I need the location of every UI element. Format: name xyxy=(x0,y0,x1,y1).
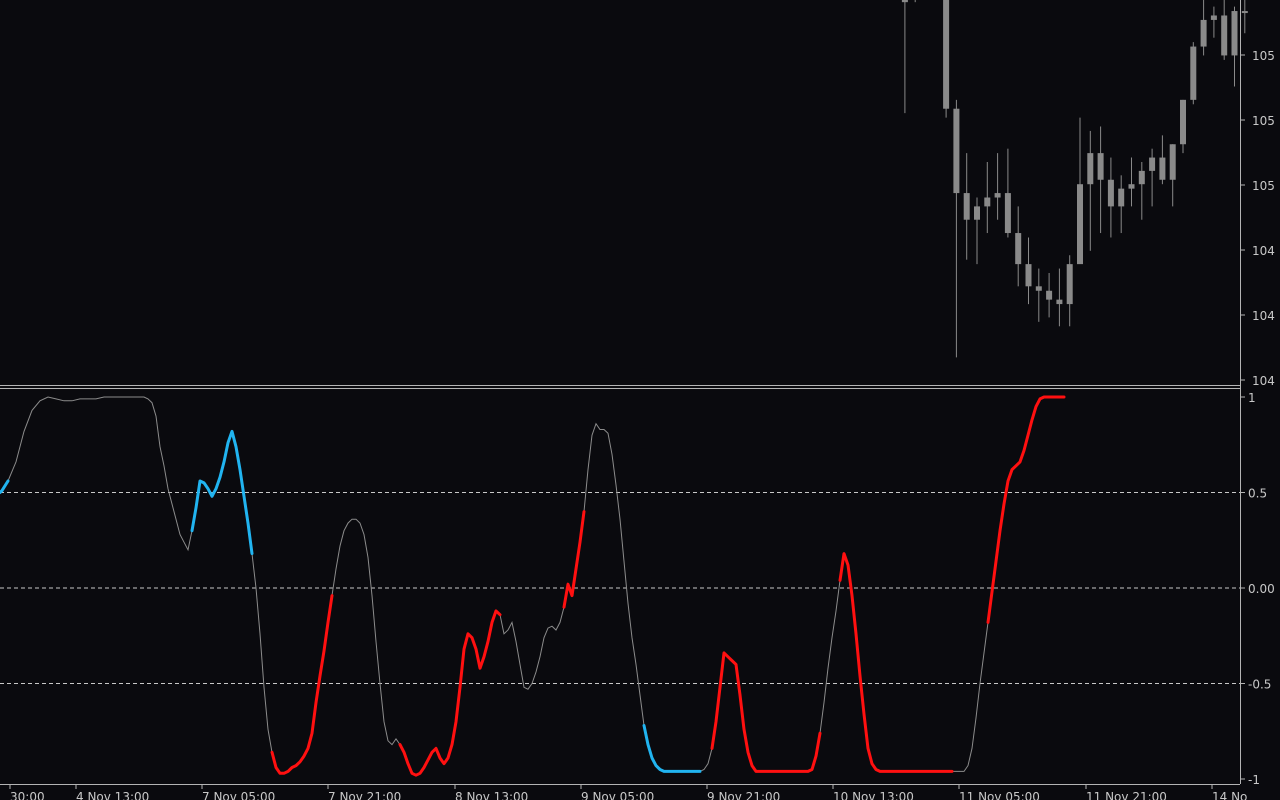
candle-body xyxy=(1221,15,1228,56)
time-axis-label: 14 No xyxy=(1212,790,1247,800)
chart-background xyxy=(0,0,1280,800)
time-axis-label: 10 Nov 13:00 xyxy=(833,790,914,800)
time-axis-label: 7 Nov 05:00 xyxy=(202,790,275,800)
candle-body xyxy=(1087,153,1094,185)
candle-body xyxy=(1004,193,1011,234)
candle-body xyxy=(1015,233,1022,265)
price-axis-label: 105 xyxy=(1252,114,1275,128)
candle-body xyxy=(1118,188,1125,207)
price-axis-label: 104 xyxy=(1252,309,1275,323)
candle-body xyxy=(1066,264,1073,305)
time-axis-label: 9 Nov 21:00 xyxy=(707,790,780,800)
candle-body xyxy=(1149,157,1156,171)
price-axis-label: 104 xyxy=(1252,244,1275,258)
indicator-axis-label: 1 xyxy=(1248,391,1256,405)
candle-body xyxy=(1035,286,1042,291)
candle-body xyxy=(1159,157,1166,180)
candle-body xyxy=(1107,179,1114,207)
price-axis-label: 105 xyxy=(1252,179,1275,193)
candle-body xyxy=(1241,11,1248,14)
candle-body xyxy=(1046,290,1053,300)
candle-body xyxy=(994,193,1001,198)
candle xyxy=(943,0,950,118)
time-axis-label: 9 Nov 05:00 xyxy=(581,790,654,800)
candle-body xyxy=(1169,144,1176,180)
candle-body xyxy=(1138,170,1145,185)
candle xyxy=(1190,42,1197,105)
price-axis-label: 105 xyxy=(1252,49,1275,63)
candle-body xyxy=(963,193,970,220)
trading-chart[interactable]: 105 105 105 104 104 104 1 0.5 0.00 -0.5 -1 30:00 4… xyxy=(0,0,1280,800)
candle-body xyxy=(1210,15,1217,20)
candle-body xyxy=(943,0,950,109)
candle-body xyxy=(1200,19,1207,47)
price-axis-label: 104 xyxy=(1252,374,1275,388)
time-axis-label: 4 Nov 13:00 xyxy=(76,790,149,800)
indicator-axis-label: -1 xyxy=(1248,773,1260,787)
candle-body xyxy=(1231,11,1238,56)
candle-body xyxy=(1056,299,1063,305)
time-axis-label: 11 Nov 21:00 xyxy=(1086,790,1167,800)
time-axis-label: 30:00 xyxy=(10,790,45,800)
candle-body xyxy=(1180,99,1186,145)
candle-body xyxy=(1025,264,1032,287)
candle-body xyxy=(953,108,960,194)
time-axis-label: 11 Nov 05:00 xyxy=(959,790,1040,800)
indicator-axis-label: 0.00 xyxy=(1248,582,1275,596)
indicator-axis-label: -0.5 xyxy=(1248,678,1271,692)
candle-body xyxy=(984,197,991,207)
time-axis-label: 8 Nov 13:00 xyxy=(455,790,528,800)
indicator-axis-label: 0.5 xyxy=(1248,487,1267,501)
candle-body xyxy=(1190,46,1197,100)
candle-body xyxy=(1128,184,1135,189)
candle-body xyxy=(974,206,980,220)
time-axis-label: 7 Nov 21:00 xyxy=(328,790,401,800)
candle-body xyxy=(1097,153,1104,180)
candle-body xyxy=(1077,184,1083,265)
candle-body xyxy=(901,0,908,3)
